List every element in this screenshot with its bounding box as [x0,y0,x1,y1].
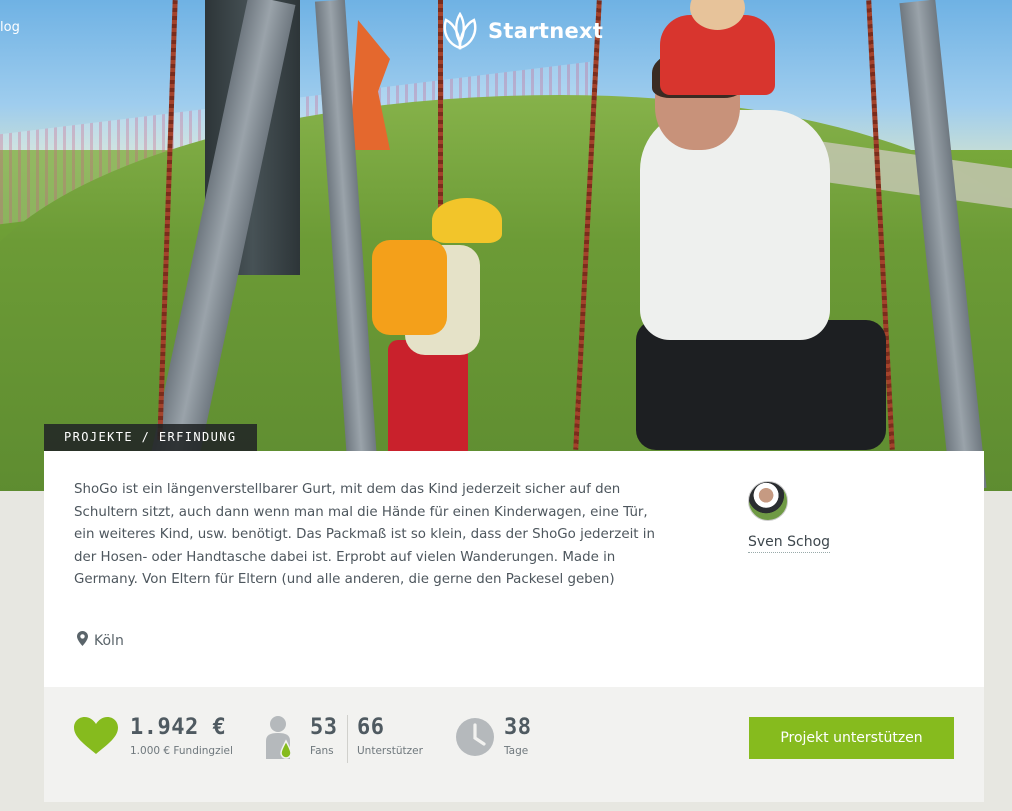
hero-image [0,0,1012,491]
funding-stat: 1.942 € 1.000 € Fundingziel [130,715,233,757]
supporters-stat[interactable]: 66 Unterstützer [357,715,423,757]
funding-stats-bar: 1.942 € 1.000 € Fundingziel 53 Fans 66 U… [44,687,984,802]
avatar[interactable] [748,481,788,521]
location-label: Köln [94,632,124,649]
funding-amount: 1.942 € [130,715,227,740]
hero-kid-pants [388,340,468,460]
startnext-logo[interactable]: Startnext [440,12,603,50]
hero-person-shirt [640,110,830,340]
logo-leaf-icon [440,12,480,50]
days-stat: 38 Tage [504,715,532,757]
funding-goal: 1.000 € Fundingziel [130,745,233,757]
project-location: Köln [77,631,124,650]
hero-kid-backpack [372,240,447,335]
stats-divider [347,715,348,763]
days-count: 38 [504,715,532,740]
fans-label: Fans [310,745,334,757]
breadcrumb[interactable]: PROJEKTE / ERFINDUNG [44,424,257,451]
project-description: ShoGo ist ein längenverstellbarer Gurt, … [74,482,656,587]
map-pin-icon [77,631,88,650]
fans-count: 53 [310,715,338,740]
logo-text: Startnext [488,19,604,43]
support-project-button[interactable]: Projekt unterstützen [749,717,954,759]
fans-stat[interactable]: 53 Fans [310,715,338,757]
project-info-card: ShoGo ist ein längenverstellbarer Gurt, … [44,451,984,687]
heart-icon [74,717,118,759]
project-author[interactable]: Sven Schog [748,481,831,553]
hero-kid-hat [432,198,502,243]
supporters-label: Unterstützer [357,745,423,757]
author-name[interactable]: Sven Schog [748,534,831,553]
clock-icon [455,717,495,761]
supporters-count: 66 [357,715,385,740]
corner-nav-link[interactable]: log [0,20,20,35]
fan-person-icon [266,715,298,765]
days-label: Tage [504,745,529,757]
